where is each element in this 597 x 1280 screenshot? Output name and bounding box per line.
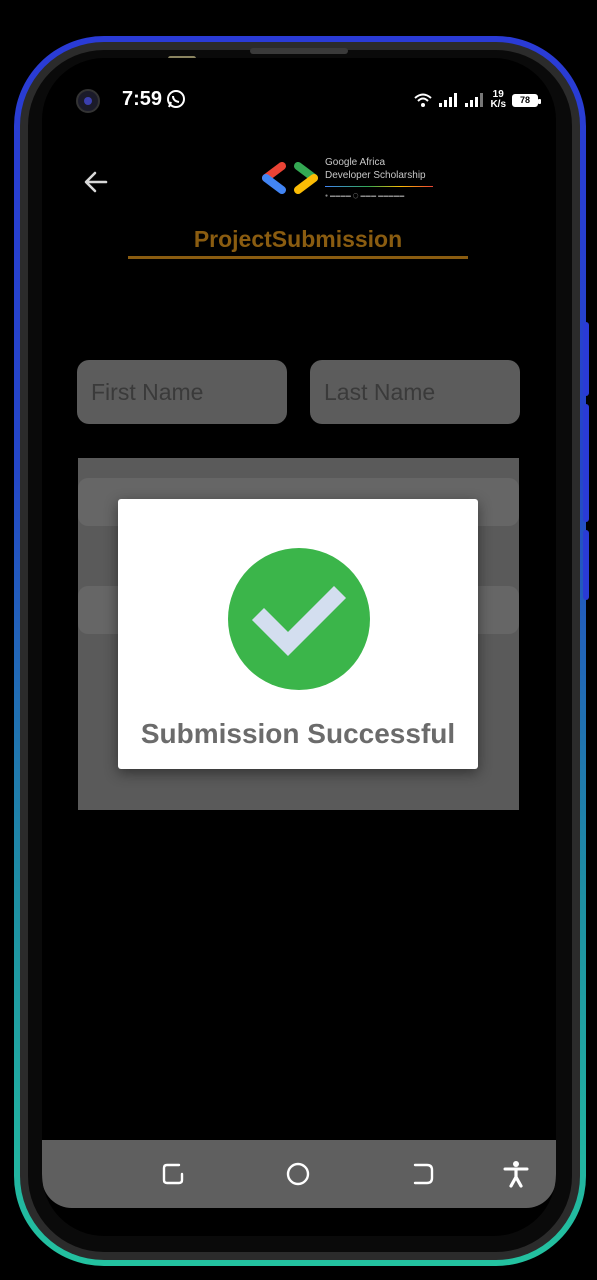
wifi-icon (414, 93, 433, 107)
status-time: 7:59 (122, 88, 163, 110)
last-name-field[interactable]: Last Name (310, 360, 520, 424)
developers-logo-icon (262, 162, 318, 194)
check-circle-icon (228, 548, 370, 690)
success-message: Submission Successful (140, 718, 456, 749)
recent-apps-icon[interactable] (159, 1160, 187, 1188)
first-name-field[interactable]: First Name (77, 360, 287, 424)
volume-button (583, 322, 589, 396)
network-speed-unit: K/s (490, 99, 506, 110)
power-button (583, 404, 589, 522)
success-dialog: Submission Successful (118, 499, 478, 769)
back-arrow-icon[interactable] (82, 168, 110, 196)
earpiece-speaker (250, 48, 348, 54)
system-nav-bar (42, 1140, 556, 1208)
network-speed: 19 K/s (490, 90, 506, 110)
battery-icon: 78 (512, 93, 541, 107)
sponsor-logos: ● ▬▬▬▬ ◯ ▬▬▬ ▬▬▬▬▬ (325, 193, 405, 199)
front-camera (76, 89, 100, 113)
whatsapp-icon (167, 90, 185, 108)
checkmark-icon (251, 585, 347, 657)
logo-line-2: Developer Scholarship (325, 170, 426, 181)
title-underline (128, 256, 468, 259)
app-screen: 7:59 19 K/s 78 Google Africa Developer S… (42, 58, 556, 1236)
side-button (583, 530, 589, 600)
accessibility-icon[interactable] (502, 1160, 530, 1188)
phone-screenshot: 7:59 19 K/s 78 Google Africa Developer S… (0, 0, 597, 1280)
status-icons: 19 K/s 78 (414, 88, 541, 112)
back-icon[interactable] (409, 1160, 437, 1188)
gads-logo: Google Africa Developer Scholarship ● ▬▬… (262, 156, 442, 208)
logo-text: Google Africa Developer Scholarship (325, 156, 426, 182)
home-icon[interactable] (284, 1160, 312, 1188)
logo-divider (325, 186, 433, 187)
logo-line-1: Google Africa (325, 157, 386, 168)
signal-icon (439, 93, 458, 107)
signal-icon (465, 93, 484, 107)
page-title: ProjectSubmission (193, 226, 403, 252)
